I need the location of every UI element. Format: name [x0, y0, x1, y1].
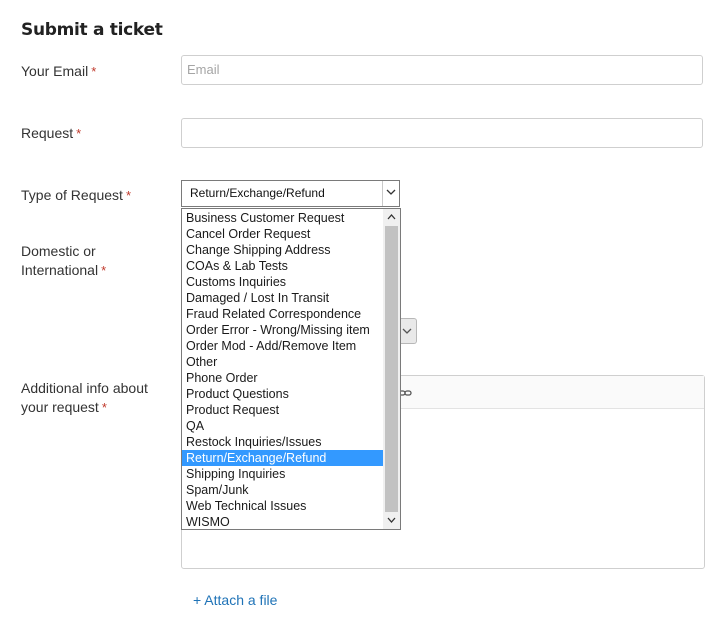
- email-placeholder: Email: [187, 62, 220, 77]
- dropdown-option[interactable]: Business Customer Request: [182, 210, 384, 226]
- attach-file-link[interactable]: + Attach a file: [193, 592, 277, 608]
- dropdown-option[interactable]: Order Mod - Add/Remove Item: [182, 338, 384, 354]
- dropdown-scrollbar[interactable]: [383, 209, 400, 529]
- email-field[interactable]: Email: [181, 55, 703, 85]
- request-label: Request *: [21, 124, 81, 143]
- additional-info-label-line1: Additional info about: [21, 380, 148, 396]
- selected-value: Return/Exchange/Refund: [190, 186, 325, 200]
- scroll-down-button[interactable]: [383, 512, 400, 529]
- chevron-down-icon: [402, 328, 412, 334]
- dropdown-option[interactable]: COAs & Lab Tests: [182, 258, 384, 274]
- domestic-label-line2: International: [21, 262, 99, 278]
- type-of-request-label: Type of Request *: [21, 186, 131, 205]
- dropdown-option[interactable]: Shipping Inquiries: [182, 466, 384, 482]
- dropdown-option[interactable]: Other: [182, 354, 384, 370]
- chevron-up-icon: [387, 214, 396, 220]
- page-title: Submit a ticket: [21, 20, 163, 40]
- dropdown-option[interactable]: Product Request: [182, 402, 384, 418]
- dropdown-option[interactable]: Fraud Related Correspondence: [182, 306, 384, 322]
- dropdown-option[interactable]: Damaged / Lost In Transit: [182, 290, 384, 306]
- dropdown-option[interactable]: Return/Exchange/Refund: [182, 450, 384, 466]
- email-label: Your Email *: [21, 62, 96, 81]
- dropdown-option[interactable]: QA: [182, 418, 384, 434]
- scroll-up-button[interactable]: [383, 209, 400, 226]
- dropdown-option[interactable]: Customs Inquiries: [182, 274, 384, 290]
- required-mark: *: [101, 400, 107, 415]
- dropdown-option[interactable]: Cancel Order Request: [182, 226, 384, 242]
- options-list: Business Customer Request Cancel Order Re…: [182, 210, 384, 529]
- chevron-down-icon: [386, 189, 396, 195]
- additional-info-label-line2: your request: [21, 399, 99, 415]
- dropdown-option[interactable]: Order Error - Wrong/Missing item: [182, 322, 384, 338]
- type-of-request-label-text: Type of Request: [21, 187, 123, 203]
- request-label-text: Request: [21, 125, 74, 141]
- chevron-down-icon: [387, 517, 396, 523]
- domestic-label-line1: Domestic or: [21, 243, 96, 259]
- dropdown-option[interactable]: Restock Inquiries/Issues: [182, 434, 384, 450]
- required-mark: *: [125, 188, 132, 203]
- select-arrow[interactable]: [382, 181, 399, 206]
- required-mark: *: [76, 126, 82, 141]
- dropdown-option[interactable]: Change Shipping Address: [182, 242, 384, 258]
- domestic-select-arrow[interactable]: [399, 318, 417, 344]
- required-mark: *: [101, 263, 107, 278]
- request-field[interactable]: [181, 118, 703, 148]
- type-of-request-dropdown[interactable]: Business Customer Request Cancel Order Re…: [181, 208, 401, 530]
- scroll-thumb[interactable]: [385, 226, 398, 512]
- type-of-request-select[interactable]: Return/Exchange/Refund: [181, 180, 400, 207]
- email-label-text: Your Email: [21, 63, 89, 79]
- required-mark: *: [91, 64, 97, 79]
- domestic-label: Domestic or International *: [21, 242, 106, 280]
- dropdown-option[interactable]: Web Technical Issues: [182, 498, 384, 514]
- dropdown-option[interactable]: Phone Order: [182, 370, 384, 386]
- dropdown-option[interactable]: Product Questions: [182, 386, 384, 402]
- additional-info-label: Additional info about your request *: [21, 379, 148, 417]
- dropdown-option[interactable]: Spam/Junk: [182, 482, 384, 498]
- dropdown-option[interactable]: WISMO: [182, 514, 384, 529]
